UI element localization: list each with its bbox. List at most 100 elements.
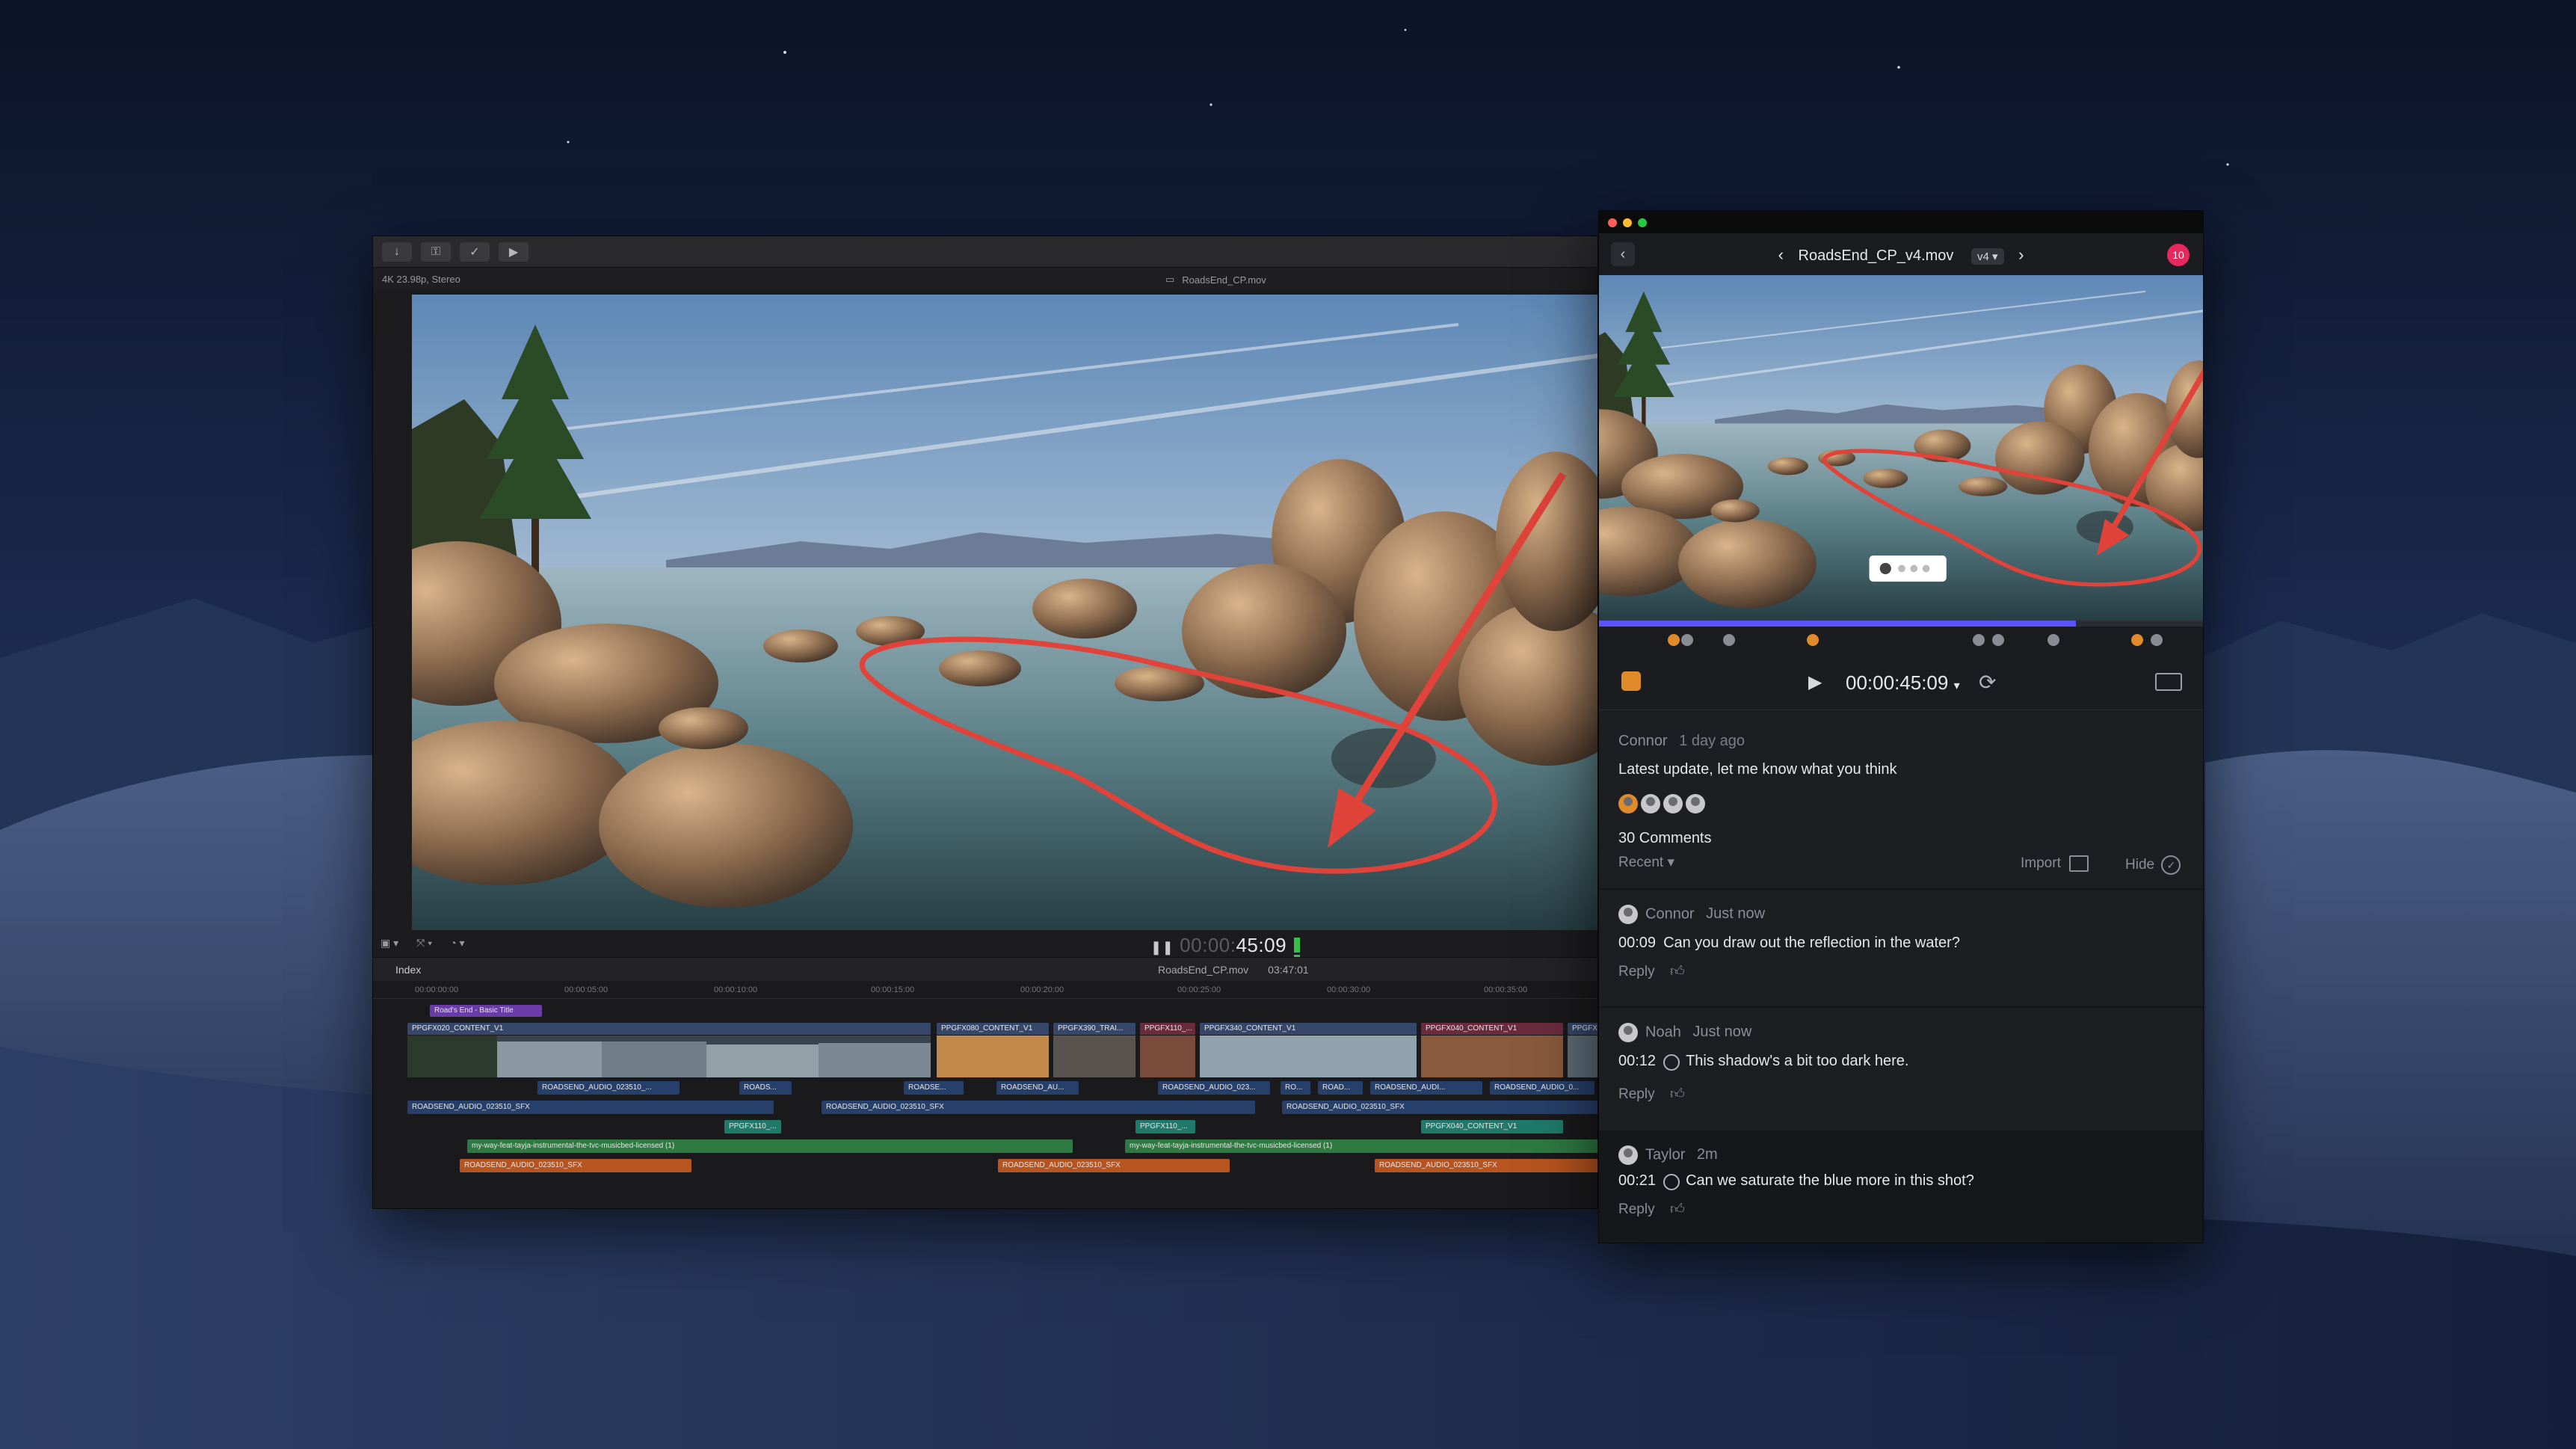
marker-icon[interactable] (2047, 634, 2059, 646)
check-circle-icon: ✓ (2161, 855, 2181, 875)
import-icon[interactable]: ↓ (382, 242, 412, 262)
video-clip[interactable]: PPGFX... (1568, 1023, 1597, 1035)
share-icon[interactable]: ▶ (499, 242, 529, 262)
view-menu-icon[interactable]: ▣ ▾ (380, 937, 398, 950)
teal-clip[interactable]: PPGFX110_... (724, 1120, 781, 1133)
version-select[interactable]: v4 ▾ (1970, 248, 2004, 265)
project-duration: 03:47:01 (1268, 964, 1309, 976)
marker-icon[interactable] (1681, 634, 1693, 646)
video-clip[interactable]: PPGFX020_CONTENT_V1 (407, 1023, 931, 1035)
reply-button[interactable]: Reply (1618, 1086, 1655, 1102)
sfx-clip[interactable]: ROADSEND_AUDIO_023510_SFX (460, 1159, 691, 1172)
comment-item[interactable]: Noah Just now 00:12 This shadow's a bit t… (1599, 1008, 2203, 1129)
ruler-tick: 00:00:20:00 (1020, 985, 1064, 994)
comment-author: Noah (1645, 1024, 1681, 1041)
player-timecode[interactable]: 00:00:45:09 ▾ (1846, 671, 1960, 695)
video-clip[interactable]: PPGFX110_... (1140, 1023, 1195, 1035)
teal-clip[interactable]: PPGFX040_CONTENT_V1 (1421, 1120, 1563, 1133)
like-icon[interactable]: 👍︎ (1670, 964, 1685, 979)
review-video-frame[interactable] (1599, 275, 2204, 621)
comment-time: Just now (1706, 905, 1766, 923)
zoom-window-icon[interactable] (1638, 218, 1647, 227)
audio-clip[interactable]: ROADSEND_AUDIO_023510_SFX (1282, 1101, 1597, 1114)
check-icon[interactable]: ✓ (460, 242, 490, 262)
viewer-clip-name: RoadsEnd_CP.mov (1182, 274, 1266, 286)
video-viewer[interactable] (412, 295, 1598, 930)
audio-clip[interactable]: ROADSEND_AU... (996, 1081, 1079, 1095)
teal-clip[interactable]: PPGFX110_... (1136, 1120, 1195, 1133)
previous-file-icon[interactable]: ‹ (1778, 245, 1784, 264)
pause-icon[interactable]: ❚❚ (1150, 940, 1174, 955)
avatar (1663, 794, 1683, 813)
reply-button[interactable]: Reply (1618, 964, 1655, 979)
ruler-tick: 00:00:00:00 (415, 985, 459, 994)
video-clip[interactable]: PPGFX040_CONTENT_V1 (1421, 1023, 1563, 1035)
marker-icon[interactable] (2131, 634, 2143, 646)
hide-button[interactable]: Hide ✓ (2125, 855, 2181, 875)
marker-icon[interactable] (2151, 634, 2163, 646)
avatar (1618, 905, 1638, 924)
comment-markers[interactable] (1599, 627, 2203, 653)
video-clip[interactable]: PPGFX080_CONTENT_V1 (937, 1023, 1049, 1035)
marker-icon[interactable] (1668, 634, 1680, 646)
comment-item[interactable]: Taylor 2m 00:21 Can we saturate the blue … (1599, 1130, 2203, 1243)
comment-timecode[interactable]: 00:12 (1618, 1053, 1656, 1069)
viewer-controls: ▣ ▾ ⤧ ▾ ◔ ▾ ❚❚ 00:00:45:09 (373, 932, 1597, 970)
play-icon[interactable]: ▶ (1808, 671, 1822, 693)
audio-clip[interactable]: ROADSEND_AUDIO_0... (1490, 1081, 1594, 1095)
reply-button[interactable]: Reply (1618, 1202, 1655, 1217)
transform-icon[interactable]: ⤧ ▾ (416, 937, 432, 950)
import-button[interactable]: Import (2021, 855, 2089, 872)
video-clip[interactable]: PPGFX390_TRAI... (1053, 1023, 1136, 1035)
like-icon[interactable]: 👍︎ (1670, 1202, 1685, 1217)
timeline[interactable]: 00:00:00:00 00:00:05:00 00:00:10:00 00:0… (373, 981, 1598, 1208)
marker-icon[interactable] (1807, 634, 1819, 646)
marker-icon[interactable] (1992, 634, 2004, 646)
fit-screen-icon[interactable] (2155, 673, 2182, 691)
comment-timecode[interactable]: 00:21 (1618, 1172, 1656, 1189)
progress-scrubber[interactable] (1599, 621, 2203, 627)
ruler-tick: 00:00:10:00 (714, 985, 758, 994)
marker-icon[interactable] (1723, 634, 1735, 646)
next-file-icon[interactable]: › (2018, 245, 2024, 264)
music-clip[interactable]: my-way-feat-tayja-instrumental-the-tvc-m… (467, 1139, 1073, 1153)
audio-clip[interactable]: RO... (1281, 1081, 1310, 1095)
notification-badge[interactable]: 10 (2167, 244, 2190, 266)
comment-text: This shadow's a bit too dark here. (1686, 1053, 1909, 1069)
ruler-tick: 00:00:15:00 (871, 985, 915, 994)
audio-clip[interactable]: ROAD... (1318, 1081, 1363, 1095)
audio-clip[interactable]: ROADSEND_AUDIO_023510_SFX (822, 1101, 1255, 1114)
loop-icon[interactable]: ⟳ (1979, 670, 1996, 695)
audio-clip[interactable]: ROADSE... (904, 1081, 964, 1095)
camera-icon[interactable] (1621, 671, 1641, 691)
key-icon[interactable]: ⚿ (421, 242, 451, 262)
marker-icon[interactable] (1973, 634, 1985, 646)
sfx-clip[interactable]: ROADSEND_AUDIO_023510_SFX (998, 1159, 1230, 1172)
review-titlebar (1599, 211, 2203, 233)
index-button[interactable]: Index (395, 964, 421, 976)
avatar (1618, 794, 1638, 813)
video-clip[interactable]: PPGFX340_CONTENT_V1 (1200, 1023, 1417, 1035)
sfx-clip[interactable]: ROADSEND_AUDIO_023510_SFX (1375, 1159, 1597, 1172)
comment-timecode[interactable]: 00:09 (1618, 935, 1656, 951)
music-clip[interactable]: my-way-feat-tayja-instrumental-the-tvc-m… (1125, 1139, 1597, 1153)
minimize-window-icon[interactable] (1623, 218, 1632, 227)
like-icon[interactable]: 👍︎ (1670, 1086, 1685, 1102)
sort-select[interactable]: Recent ▾ (1618, 854, 1674, 871)
audio-clip[interactable]: ROADSEND_AUDI... (1370, 1081, 1482, 1095)
editor-window: ↓ ⚿ ✓ ▶ 4K 23.98p, Stereo ▭ RoadsEnd_CP.… (372, 236, 1598, 1209)
comment-item[interactable]: Connor Just now 00:09 Can you draw out th… (1599, 890, 2203, 1006)
review-navbar: ‹ ‹ RoadsEnd_CP_v4.mov v4 ▾ › 10 (1599, 233, 2203, 275)
audio-clip[interactable]: ROADSEND_AUDIO_023510_... (537, 1081, 680, 1095)
title-clip[interactable]: Road's End - Basic Title (430, 1005, 542, 1017)
review-window: ‹ ‹ RoadsEnd_CP_v4.mov v4 ▾ › 10 ▶ 00:00… (1598, 210, 2204, 1243)
audio-clip[interactable]: ROADS... (739, 1081, 792, 1095)
comment-time: Just now (1692, 1024, 1752, 1041)
speed-icon[interactable]: ◔ ▾ (450, 937, 464, 950)
viewer-timecode: ❚❚ 00:00:45:09 (1150, 934, 1287, 956)
format-label: 4K 23.98p, Stereo (382, 274, 460, 285)
audio-clip[interactable]: ROADSEND_AUDIO_023... (1158, 1081, 1270, 1095)
video-filmstrip[interactable] (407, 1036, 1598, 1077)
audio-clip[interactable]: ROADSEND_AUDIO_023510_SFX (407, 1101, 774, 1114)
close-window-icon[interactable] (1608, 218, 1617, 227)
